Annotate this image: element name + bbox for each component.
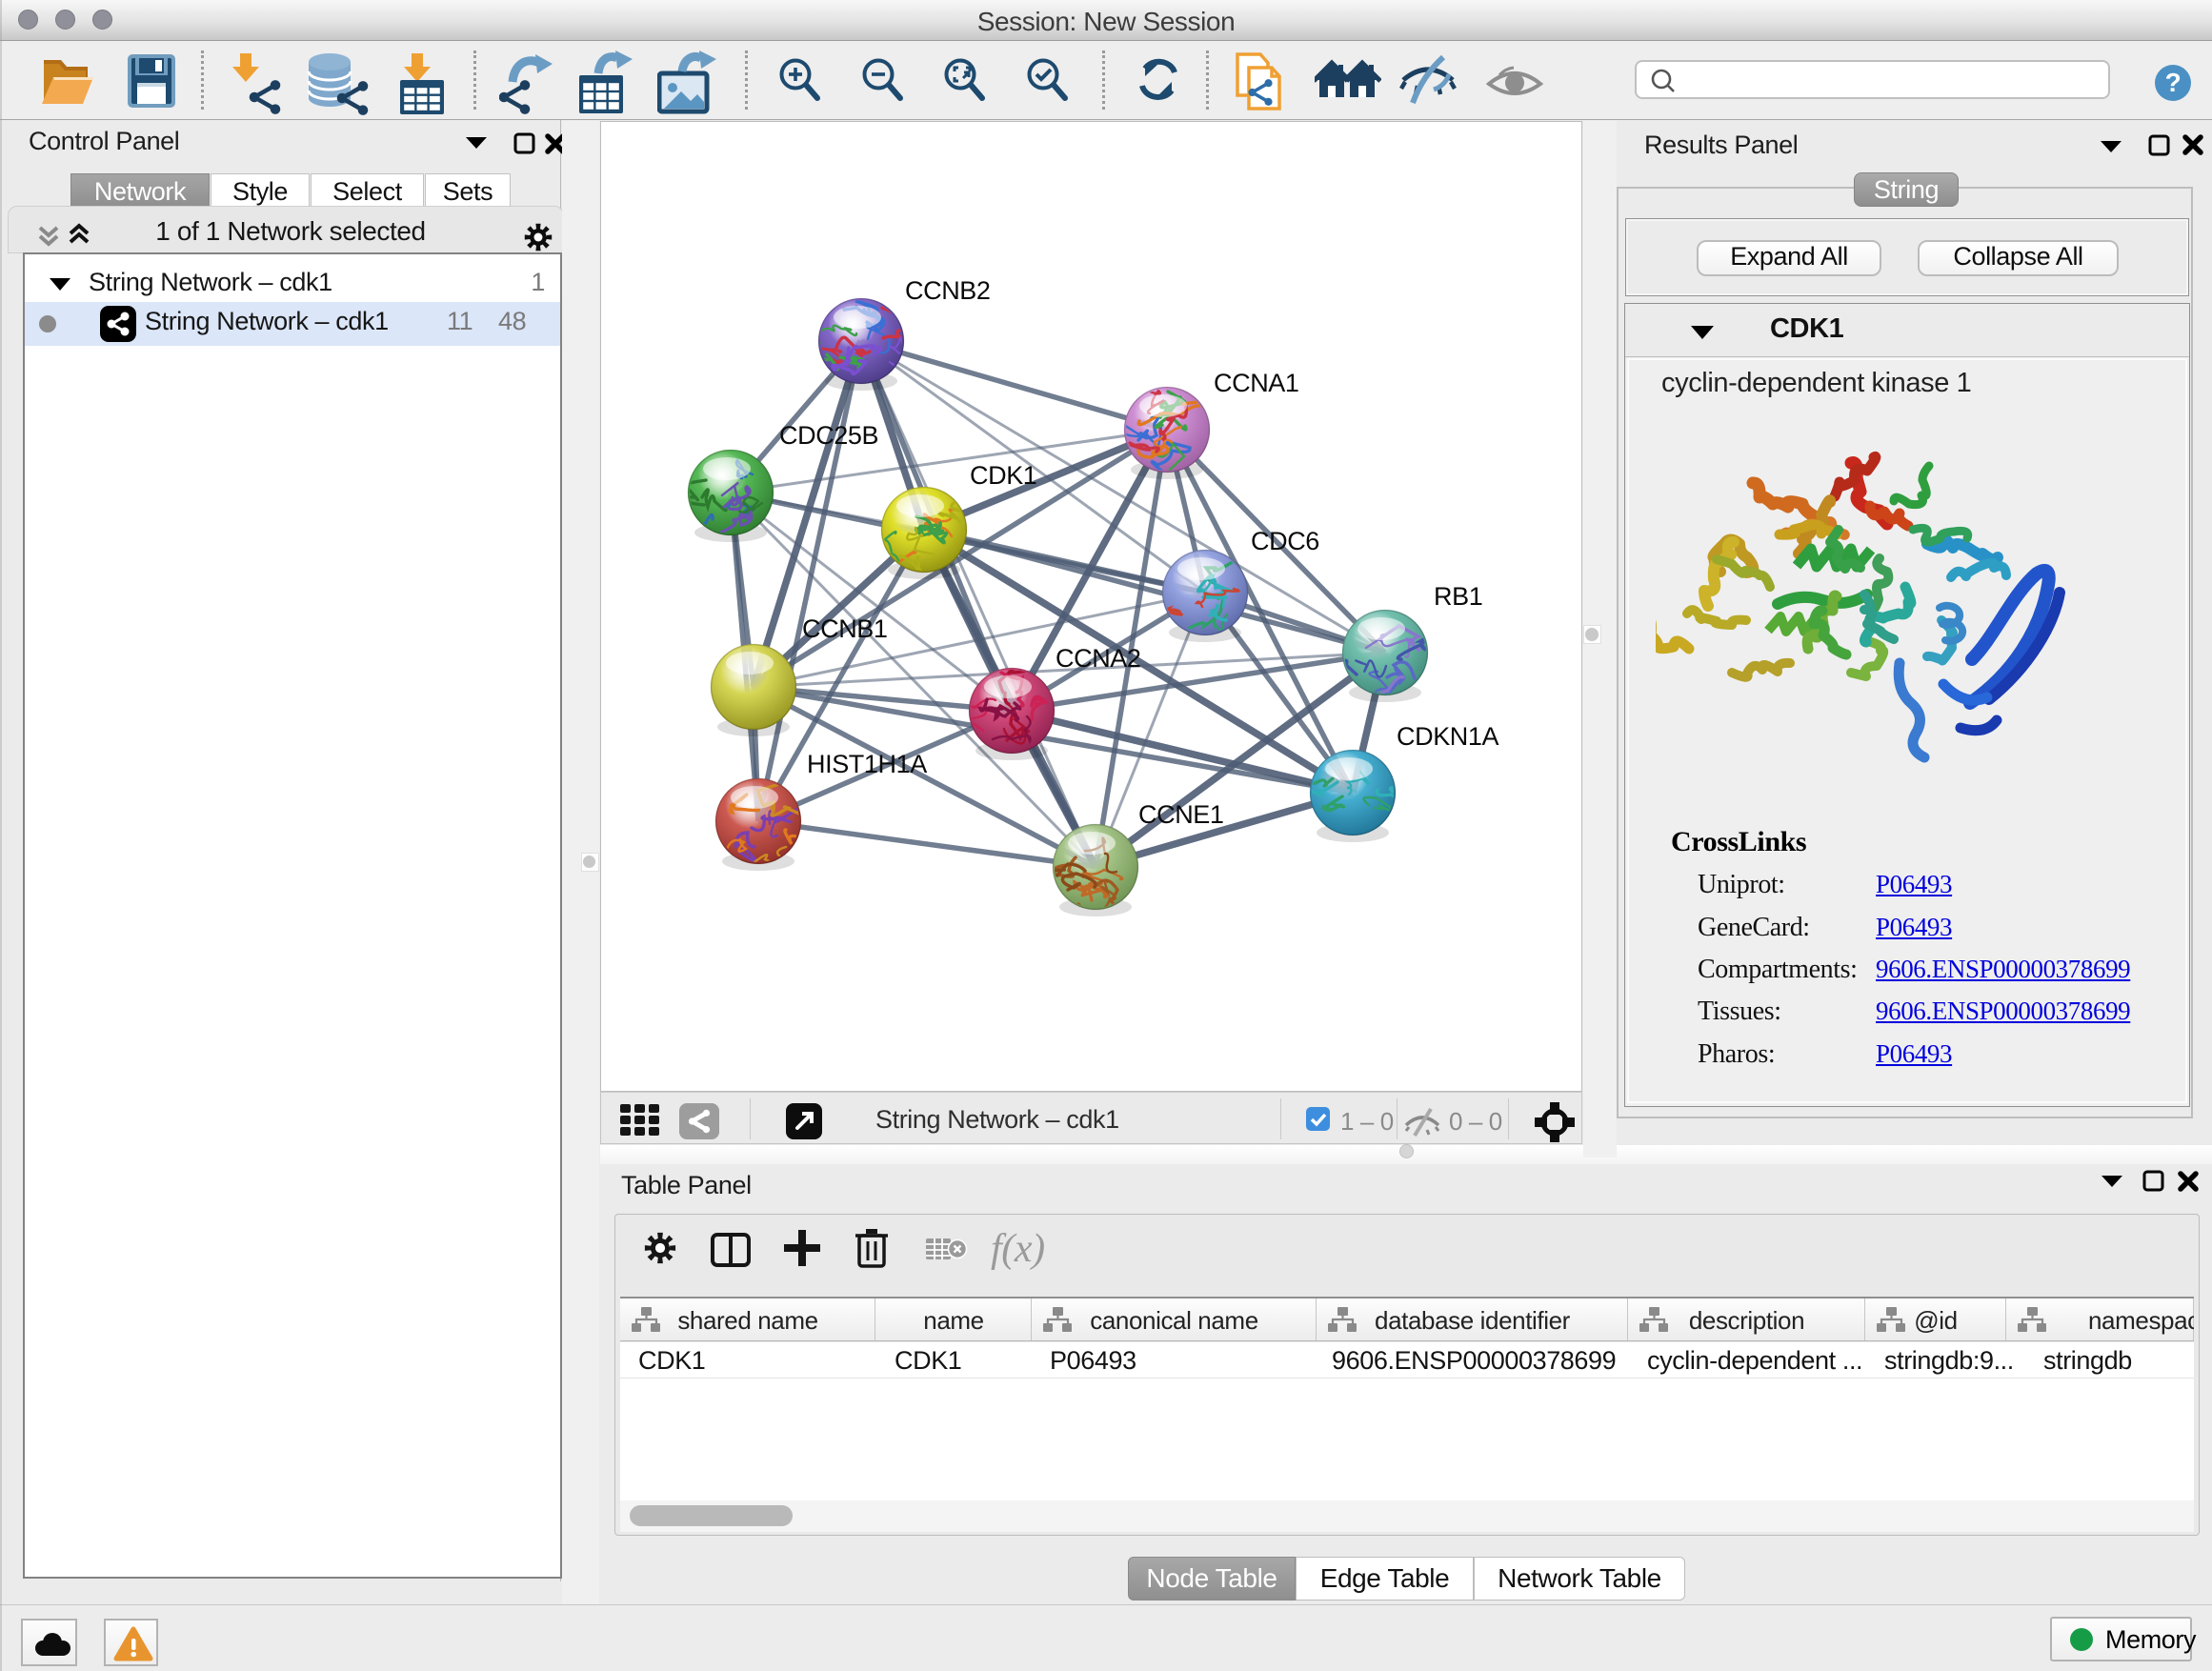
svg-text:CCNB1: CCNB1 [802,614,888,643]
svg-text:RB1: RB1 [1434,582,1482,611]
svg-text:CDK1: CDK1 [970,461,1036,490]
svg-text:CCNA1: CCNA1 [1214,369,1299,397]
svg-text:CCNE1: CCNE1 [1138,800,1224,829]
svg-text:?: ? [2165,68,2182,97]
svg-text:CCNA2: CCNA2 [1056,644,1141,673]
svg-text:CCNB2: CCNB2 [905,276,991,305]
svg-text:CDKN1A: CDKN1A [1397,722,1499,751]
svg-text:HIST1H1A: HIST1H1A [807,750,927,778]
svg-text:CDC25B: CDC25B [779,421,878,450]
svg-text:CDC6: CDC6 [1251,527,1319,555]
